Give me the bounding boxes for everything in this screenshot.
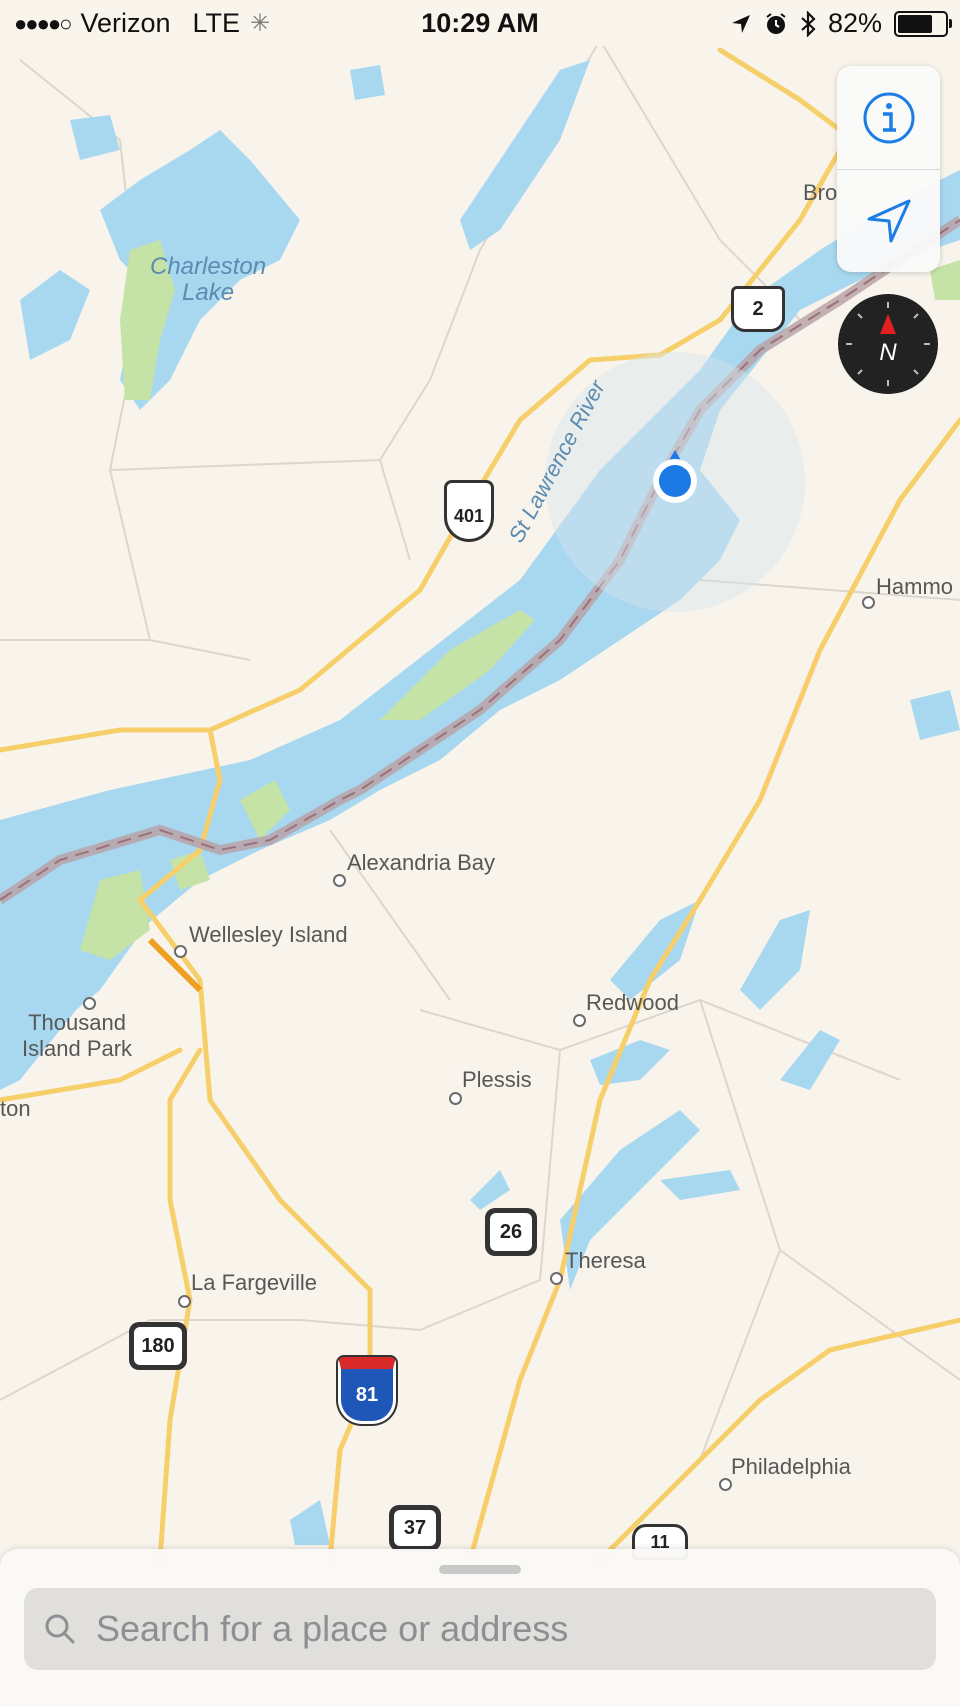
search-input[interactable]: [94, 1607, 918, 1651]
place-label-hammond: Hammo: [876, 574, 954, 599]
place-dot-alexandria-bay: [333, 874, 346, 887]
place-dot-thousand-island-park: [83, 997, 96, 1010]
place-label-thousand-line2: Island Park: [22, 1036, 133, 1061]
sheet-grabber[interactable]: [439, 1565, 521, 1574]
route-shield-401: 401: [444, 480, 494, 542]
place-label-bro: Bro: [803, 180, 838, 205]
location-arrow-icon: [731, 14, 750, 33]
route-shield-180-inner: 180: [134, 1327, 182, 1365]
place-label-redwood: Redwood: [586, 990, 679, 1015]
route-shield-401-number: 401: [453, 505, 485, 526]
place-dot-plessis: [449, 1092, 462, 1105]
bluetooth-icon: [801, 10, 816, 37]
compass-button[interactable]: N: [838, 294, 938, 394]
place-label-thousand-island-park: Thousand Island Park: [22, 1010, 132, 1062]
place-dot-theresa: [550, 1272, 563, 1285]
current-location-marker[interactable]: [648, 448, 702, 508]
search-sheet: [0, 1549, 960, 1707]
battery-percent: 82%: [827, 8, 882, 38]
map-info-button[interactable]: [837, 66, 940, 170]
place-dot-redwood: [573, 1014, 586, 1027]
status-right: 82%: [730, 8, 952, 39]
place-dot-hammond: [862, 596, 875, 609]
route-shield-37: 37: [389, 1505, 441, 1551]
map-controls-panel: [837, 66, 940, 272]
place-label-thousand-line1: Thousand: [28, 1010, 126, 1035]
search-bar[interactable]: [24, 1588, 936, 1670]
place-label-wellesley-island: Wellesley Island: [189, 922, 348, 947]
compass-letter: N: [879, 339, 897, 366]
alarm-icon: [766, 12, 786, 34]
place-label-la-fargeville: La Fargeville: [191, 1270, 317, 1295]
track-location-button[interactable]: [837, 169, 940, 272]
lake-label-line1: Charleston: [150, 253, 267, 280]
route-shield-180-number: 180: [141, 1334, 175, 1357]
route-shield-2-number: 2: [752, 297, 764, 320]
place-label-ton: ton: [0, 1096, 31, 1121]
route-shield-37-inner: 37: [394, 1510, 436, 1546]
info-icon: [863, 92, 914, 143]
place-label-alexandria-bay: Alexandria Bay: [347, 850, 495, 875]
place-label-theresa: Theresa: [565, 1248, 646, 1273]
place-dot-la-fargeville: [178, 1295, 191, 1308]
route-shield-26: 26: [485, 1208, 537, 1256]
route-shield-26-number: 26: [499, 1220, 523, 1243]
search-icon: [45, 1614, 75, 1644]
battery-icon: [894, 10, 952, 37]
location-arrow-icon: [867, 199, 910, 242]
route-shield-81-number: 81: [355, 1383, 379, 1406]
place-label-plessis: Plessis: [462, 1067, 532, 1092]
battery-fill: [898, 14, 932, 33]
lake-label: Charleston Lake: [150, 254, 266, 306]
route-shield-26-inner: 26: [490, 1213, 532, 1251]
route-shield-37-number: 37: [403, 1516, 427, 1539]
status-bar: ●●●●○ Verizon LTE ✳ 10:29 AM 82%: [0, 0, 960, 46]
route-shield-180: 180: [129, 1322, 187, 1370]
route-shield-2: 2: [731, 286, 785, 332]
place-dot-wellesley-island: [174, 945, 187, 958]
route-shield-81: 81: [338, 1357, 396, 1424]
lake-label-line2: Lake: [182, 279, 235, 306]
place-label-philadelphia: Philadelphia: [731, 1454, 851, 1479]
